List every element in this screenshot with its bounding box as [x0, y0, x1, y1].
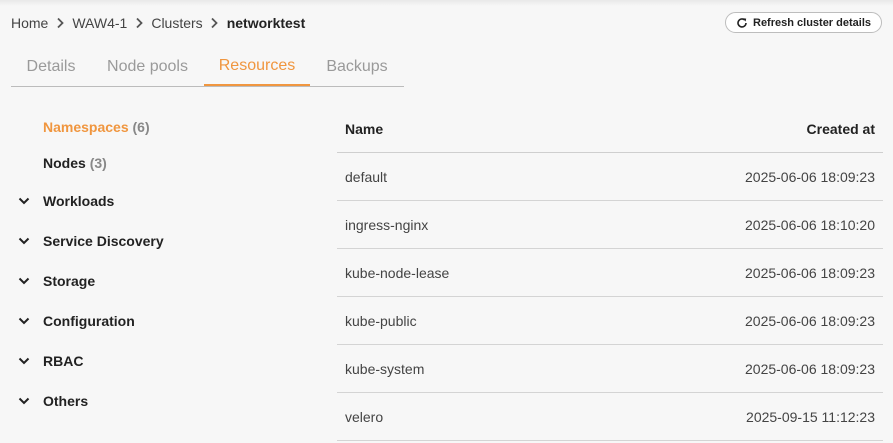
chevron-right-icon [208, 16, 222, 30]
sidebar-group-label: Storage [43, 273, 96, 289]
sidebar-item-count: (6) [132, 119, 150, 135]
namespace-name: kube-system [345, 360, 425, 377]
column-header-created-at[interactable]: Created at [807, 121, 875, 137]
sidebar-group-configuration[interactable]: Configuration [17, 313, 135, 329]
refresh-icon [736, 17, 748, 29]
table-row[interactable]: kube-node-lease 2025-06-06 18:09:23 [337, 249, 883, 297]
sidebar-group-others[interactable]: Others [17, 393, 88, 409]
tab-details[interactable]: Details [11, 47, 91, 86]
tab-node-pools[interactable]: Node pools [91, 47, 204, 86]
tab-backups[interactable]: Backups [310, 47, 404, 86]
column-header-name[interactable]: Name [345, 121, 383, 137]
breadcrumb-clusters[interactable]: Clusters [151, 15, 202, 31]
created-at: 2025-06-06 18:09:23 [745, 264, 875, 281]
created-at: 2025-06-06 18:09:23 [745, 312, 875, 329]
chevron-right-icon [53, 16, 67, 30]
breadcrumb-region[interactable]: WAW4-1 [72, 15, 127, 31]
chevron-down-icon [17, 274, 31, 288]
created-at: 2025-06-06 18:09:23 [745, 168, 875, 185]
chevron-down-icon [17, 394, 31, 408]
sidebar-group-label: Configuration [43, 313, 135, 329]
created-at: 2025-09-15 11:12:23 [746, 408, 875, 425]
created-at: 2025-06-06 18:09:23 [745, 360, 875, 377]
sidebar-group-rbac[interactable]: RBAC [17, 353, 83, 369]
top-shadow [0, 0, 893, 6]
table-row[interactable]: ingress-nginx 2025-06-06 18:10:20 [337, 201, 883, 249]
sidebar-group-storage[interactable]: Storage [17, 273, 95, 289]
sidebar-item-namespaces[interactable]: Namespaces (6) [43, 119, 150, 135]
breadcrumb-home[interactable]: Home [11, 15, 48, 31]
sidebar-group-service-discovery[interactable]: Service Discovery [17, 233, 164, 249]
sidebar-group-workloads[interactable]: Workloads [17, 193, 114, 209]
table-header: Name Created at [337, 106, 883, 153]
sidebar-group-label: Workloads [43, 193, 115, 209]
sidebar-item-label: Namespaces [43, 119, 129, 135]
refresh-button-label: Refresh cluster details [753, 16, 871, 29]
sidebar-item-count: (3) [89, 155, 107, 171]
namespaces-table: Name Created at default 2025-06-06 18:09… [337, 106, 883, 441]
table-row[interactable]: default 2025-06-06 18:09:23 [337, 153, 883, 201]
chevron-down-icon [17, 234, 31, 248]
sidebar-item-nodes[interactable]: Nodes (3) [43, 155, 107, 171]
sidebar-group-label: Others [43, 393, 89, 409]
tab-bar: Details Node pools Resources Backups [11, 47, 404, 87]
tab-resources[interactable]: Resources [204, 47, 310, 86]
namespace-name: default [345, 168, 388, 185]
namespace-name: velero [345, 408, 384, 425]
table-row[interactable]: velero 2025-09-15 11:12:23 [337, 393, 883, 441]
table-row[interactable]: kube-public 2025-06-06 18:09:23 [337, 297, 883, 345]
sidebar-group-label: Service Discovery [43, 233, 164, 249]
namespace-name: ingress-nginx [345, 216, 429, 233]
sidebar-item-label: Nodes [43, 155, 86, 171]
refresh-cluster-details-button[interactable]: Refresh cluster details [725, 12, 882, 33]
chevron-right-icon [132, 16, 146, 30]
breadcrumb-current: networktest [226, 15, 306, 31]
breadcrumb: Home WAW4-1 Clusters networktest [11, 14, 305, 32]
created-at: 2025-06-06 18:10:20 [745, 216, 875, 233]
namespace-name: kube-public [345, 312, 417, 329]
sidebar-group-label: RBAC [43, 353, 84, 369]
table-row[interactable]: kube-system 2025-06-06 18:09:23 [337, 345, 883, 393]
namespace-name: kube-node-lease [345, 264, 450, 281]
chevron-down-icon [17, 354, 31, 368]
chevron-down-icon [17, 314, 31, 328]
chevron-down-icon [17, 194, 31, 208]
